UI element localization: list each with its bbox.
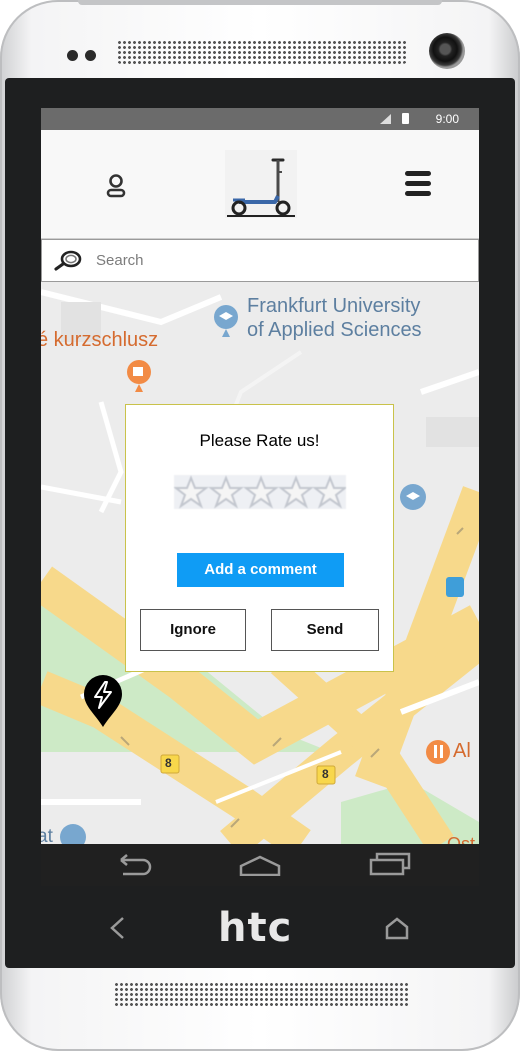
battery-icon	[402, 113, 409, 124]
star-5-icon[interactable]	[312, 475, 348, 509]
front-camera	[429, 33, 465, 69]
profile-icon[interactable]	[105, 172, 127, 200]
road-badge-right: 8	[322, 767, 329, 781]
star-1-icon[interactable]	[173, 475, 209, 509]
android-nav-bar	[41, 844, 479, 886]
map-label-left-edge: at	[41, 826, 53, 844]
road-badge-left: 8	[165, 756, 172, 770]
status-time: 9:00	[435, 112, 459, 126]
search-input[interactable]: Search	[96, 252, 144, 269]
charging-marker-left[interactable]	[82, 674, 124, 733]
add-comment-button[interactable]: Add a comment	[177, 553, 344, 587]
map-label-restaurant: Al	[453, 740, 471, 762]
nav-recents-icon[interactable]	[369, 852, 411, 881]
scooter-logo-icon	[225, 150, 297, 218]
rating-title: Please Rate us!	[199, 431, 320, 450]
send-button[interactable]: Send	[271, 609, 379, 651]
signal-icon	[380, 114, 391, 124]
nav-back-icon[interactable]	[113, 854, 153, 881]
menu-icon[interactable]	[405, 170, 431, 198]
star-4-icon[interactable]	[278, 475, 314, 509]
phone-top-edge	[78, 0, 442, 5]
hw-home-icon[interactable]	[384, 914, 410, 947]
map-label-university-1: Frankfurt University	[247, 295, 421, 317]
search-bar[interactable]: Search	[41, 239, 479, 282]
map-label-cafe: é kurzschlusz	[41, 329, 159, 351]
star-rating[interactable]	[173, 475, 348, 509]
lightning-marker-icon	[84, 675, 122, 727]
star-3-icon[interactable]	[243, 475, 279, 509]
nav-home-icon[interactable]	[239, 854, 281, 881]
app-header	[41, 130, 479, 239]
top-speaker-grille	[117, 40, 407, 64]
star-2-icon[interactable]	[208, 475, 244, 509]
search-icon	[54, 249, 82, 276]
status-bar: 9:00	[41, 108, 479, 130]
map-label-university-2: of Applied Sciences	[247, 319, 422, 341]
hw-back-icon[interactable]	[106, 914, 128, 947]
proximity-sensor	[67, 50, 78, 61]
rating-dialog: Please Rate us! Add a comment Ignore Sen…	[125, 404, 394, 672]
phone-frame: 9:00 Search Frankfurt University of Appl…	[0, 0, 520, 1051]
map-label-bottom-right: Ost	[447, 834, 476, 844]
brand-logo: htc	[218, 905, 293, 951]
ignore-button[interactable]: Ignore	[140, 609, 246, 651]
light-sensor	[85, 50, 96, 61]
bottom-speaker-grille	[114, 982, 410, 1008]
